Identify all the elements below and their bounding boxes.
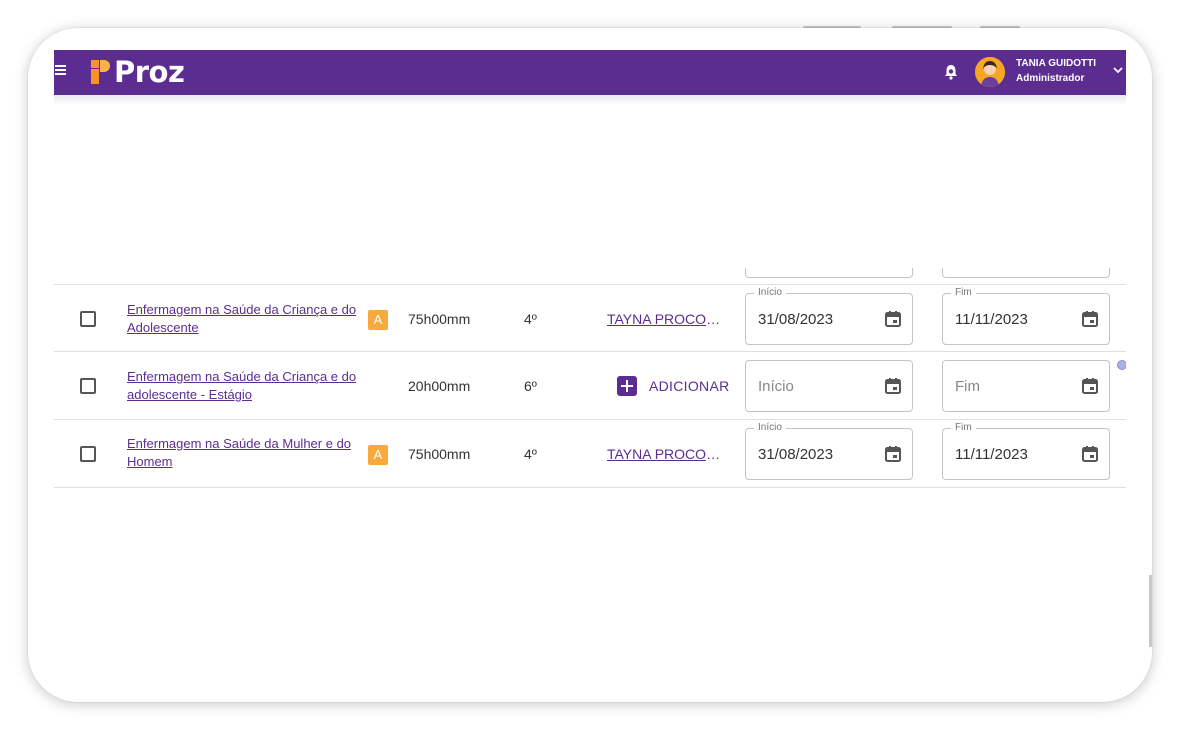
chevron-down-icon[interactable] bbox=[1112, 65, 1124, 75]
end-date-field[interactable]: Fim bbox=[942, 360, 1110, 412]
table-row: Enfermagem na Saúde da Mulher e do Homem… bbox=[54, 420, 1126, 488]
device-side-button bbox=[1149, 575, 1152, 647]
end-date-field[interactable]: Fim 11/11/2023 bbox=[942, 421, 1110, 480]
teacher-link[interactable]: TAYNA PROCOPIO bbox=[607, 311, 727, 327]
status-badge: A bbox=[368, 445, 388, 465]
start-date-label: Início bbox=[754, 421, 786, 435]
end-date-value: 11/11/2023 bbox=[955, 311, 1028, 328]
header-shadow bbox=[54, 95, 1126, 105]
user-role: Administrador bbox=[1016, 73, 1085, 84]
table-row: Enfermagem na Saúde da Criança e do adol… bbox=[54, 352, 1126, 420]
calendar-icon[interactable] bbox=[884, 445, 902, 463]
end-date-field[interactable]: Fim 11/11/2023 bbox=[942, 286, 1110, 345]
start-date-field[interactable]: Início 31/08/2023 bbox=[745, 421, 913, 480]
start-date-value: 31/08/2023 bbox=[758, 446, 834, 463]
hours-value: 75h00mm bbox=[408, 446, 471, 462]
course-link[interactable]: Enfermagem na Saúde da Criança e do Adol… bbox=[127, 301, 367, 337]
start-date-field[interactable]: Início bbox=[745, 360, 913, 412]
end-date-label: Fim bbox=[951, 286, 976, 300]
start-date-placeholder: Início bbox=[758, 378, 794, 395]
row-checkbox[interactable] bbox=[80, 311, 96, 327]
previous-row-start-field-edge bbox=[745, 268, 913, 278]
calendar-icon[interactable] bbox=[1081, 310, 1099, 328]
add-teacher-button[interactable]: ADICIONAR bbox=[617, 376, 730, 396]
calendar-icon[interactable] bbox=[884, 310, 902, 328]
brand-name: Proz bbox=[114, 55, 185, 89]
course-link[interactable]: Enfermagem na Saúde da Mulher e do Homem bbox=[127, 435, 367, 471]
end-date-value: 11/11/2023 bbox=[955, 446, 1028, 463]
avatar-image bbox=[975, 57, 1005, 87]
end-date-placeholder: Fim bbox=[955, 378, 980, 395]
hours-value: 75h00mm bbox=[408, 311, 471, 327]
start-date-field[interactable]: Início 31/08/2023 bbox=[745, 286, 913, 345]
proz-logo-icon bbox=[91, 60, 110, 84]
semester-value: 6º bbox=[524, 378, 537, 394]
user-name: TANIA GUIDOTTI bbox=[1016, 58, 1096, 69]
status-badge: A bbox=[368, 310, 388, 330]
row-checkbox[interactable] bbox=[80, 378, 96, 394]
start-date-label: Início bbox=[754, 286, 786, 300]
start-date-value: 31/08/2023 bbox=[758, 311, 834, 328]
top-bar: Proz TANIA GUIDOTTI Administrador bbox=[54, 50, 1126, 95]
bell-icon[interactable] bbox=[944, 64, 958, 80]
scroll-indicator-dot bbox=[1117, 360, 1126, 370]
app-screen: Proz TANIA GUIDOTTI Administrador Enferm… bbox=[54, 50, 1126, 650]
semester-value: 4º bbox=[524, 446, 537, 462]
semester-value: 4º bbox=[524, 311, 537, 327]
logo[interactable]: Proz bbox=[90, 55, 185, 89]
row-checkbox[interactable] bbox=[80, 446, 96, 462]
teacher-link[interactable]: TAYNA PROCOPIO bbox=[607, 446, 727, 462]
hours-value: 20h00mm bbox=[408, 378, 471, 394]
plus-icon bbox=[617, 376, 637, 396]
avatar[interactable] bbox=[975, 57, 1005, 87]
table-row: Enfermagem na Saúde da Criança e do Adol… bbox=[54, 284, 1126, 352]
menu-icon[interactable] bbox=[55, 65, 66, 77]
course-link[interactable]: Enfermagem na Saúde da Criança e do adol… bbox=[127, 368, 367, 404]
add-teacher-label: ADICIONAR bbox=[649, 378, 730, 394]
calendar-icon[interactable] bbox=[884, 377, 902, 395]
calendar-icon[interactable] bbox=[1081, 445, 1099, 463]
calendar-icon[interactable] bbox=[1081, 377, 1099, 395]
end-date-label: Fim bbox=[951, 421, 976, 435]
previous-row-end-field-edge bbox=[942, 268, 1110, 278]
